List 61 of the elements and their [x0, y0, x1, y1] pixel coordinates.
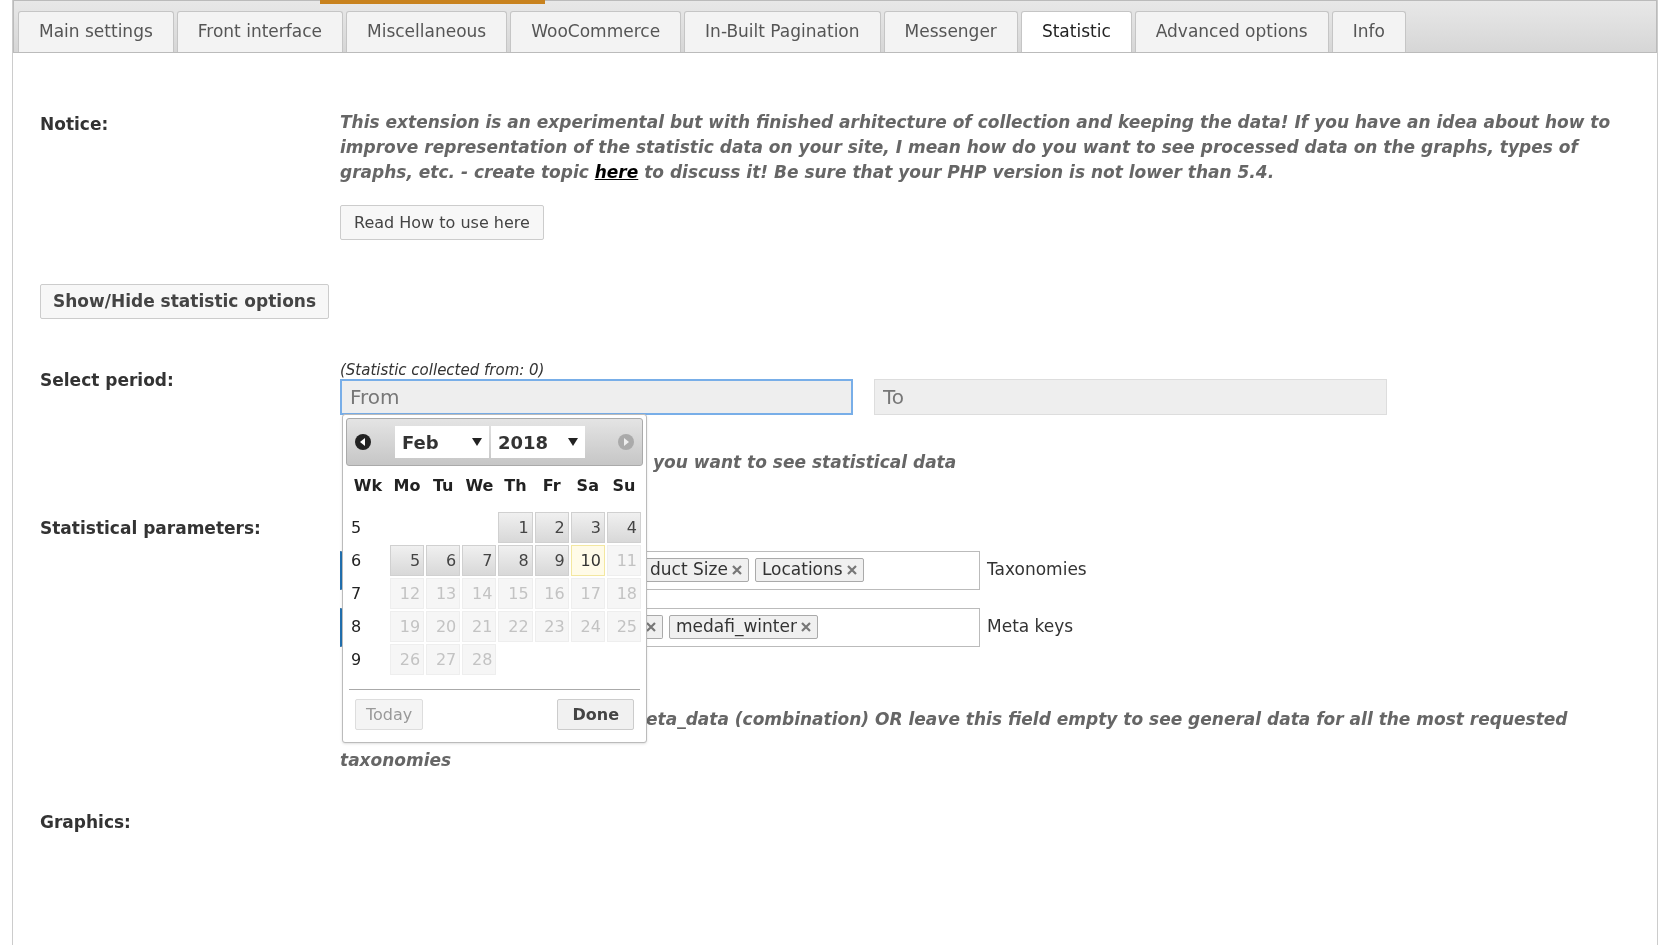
tag-label: duct Size — [650, 558, 728, 582]
weekday-header: Th — [503, 475, 528, 497]
weekday-header: Wk — [352, 475, 384, 497]
parameters-label: Statistical parameters: — [40, 516, 262, 540]
day-cell[interactable]: 4 — [606, 512, 641, 543]
weekday-header: Sa — [575, 475, 600, 497]
week-number: 8 — [350, 615, 363, 638]
tab[interactable]: Front interface — [176, 11, 343, 52]
from-date-field[interactable]: From — [340, 379, 853, 415]
field-suffix: Taxonomies — [987, 558, 1087, 582]
how-to-use-button[interactable]: Read How to use here — [340, 205, 544, 240]
graphics-label: Graphics: — [40, 811, 132, 834]
weekday-header: Mo — [392, 475, 422, 497]
weekday-header: Fr — [541, 475, 562, 497]
tab[interactable]: Miscellaneous — [346, 11, 508, 52]
day-cell[interactable]: 5 — [390, 545, 425, 576]
period-hint: you want to see statistical data — [653, 451, 958, 474]
done-button[interactable]: Done — [557, 699, 634, 730]
month-select[interactable]: Feb — [395, 426, 489, 458]
remove-icon[interactable] — [800, 622, 811, 632]
week-number: 9 — [350, 648, 363, 671]
period-label: Select period: — [40, 369, 175, 392]
discussion-link[interactable]: here — [594, 162, 639, 182]
tab[interactable]: In-Built Pagination — [684, 11, 881, 52]
remove-icon[interactable] — [731, 565, 742, 575]
day-cell[interactable]: 1 — [498, 512, 533, 543]
day-cell[interactable]: 8 — [498, 545, 533, 576]
previous-month-icon[interactable] — [355, 434, 371, 450]
day-cell[interactable]: 7 — [462, 545, 497, 576]
dropdown-caret-icon — [472, 438, 482, 446]
tab[interactable]: Messenger — [883, 11, 1018, 52]
year-select[interactable]: 2018 — [491, 426, 585, 458]
weekday-header: We — [464, 475, 495, 497]
collected-note: (Statistic collected from: 0) — [340, 361, 546, 379]
to-date-field[interactable]: To — [874, 379, 1387, 415]
tab[interactable]: Advanced options — [1134, 11, 1329, 52]
week-number: 5 — [350, 516, 363, 539]
day-cell[interactable]: 9 — [534, 545, 569, 576]
weekday-header: Su — [611, 475, 637, 497]
tab[interactable]: Statistic — [1020, 11, 1132, 52]
remove-icon[interactable] — [646, 622, 656, 632]
tag-label: medafi_winter — [676, 615, 797, 639]
day-cell[interactable]: 3 — [570, 512, 605, 543]
tab[interactable]: WooCommerce — [510, 11, 682, 52]
toggle-options-button[interactable]: Show/Hide statistic options — [40, 284, 330, 319]
notice-label: Notice: — [40, 113, 110, 136]
remove-icon[interactable] — [846, 565, 857, 575]
week-number: 6 — [350, 549, 363, 572]
day-cell[interactable]: 6 — [426, 545, 461, 576]
tab[interactable]: Main settings — [18, 11, 174, 52]
parameters-hint-tail: taxonomies — [340, 750, 453, 770]
parameters-hint: eta_data (combination) OR leave this field empty to see general data for all the most requested — [646, 707, 1569, 731]
notice-text: This extension is an experimental but with finished arhitecture of collection and keeping the data! If you have an idea about how to improve representation of the statistic data on your site, I mean how do you want to see processed data on the graphs, types of graphs, etc. - create topic here to discuss it! Be sure that your PHP version is not lower than 5.4. — [340, 111, 1612, 184]
tab[interactable]: Info — [1331, 11, 1406, 52]
field-suffix: Meta keys — [987, 615, 1074, 639]
tag-label: Locations — [761, 558, 843, 582]
weekday-header: Tu — [431, 475, 455, 497]
next-month-icon[interactable] — [618, 434, 634, 450]
dropdown-caret-icon — [568, 438, 578, 446]
day-cell[interactable]: 2 — [534, 512, 569, 543]
day-cell[interactable]: 10 — [570, 545, 605, 576]
